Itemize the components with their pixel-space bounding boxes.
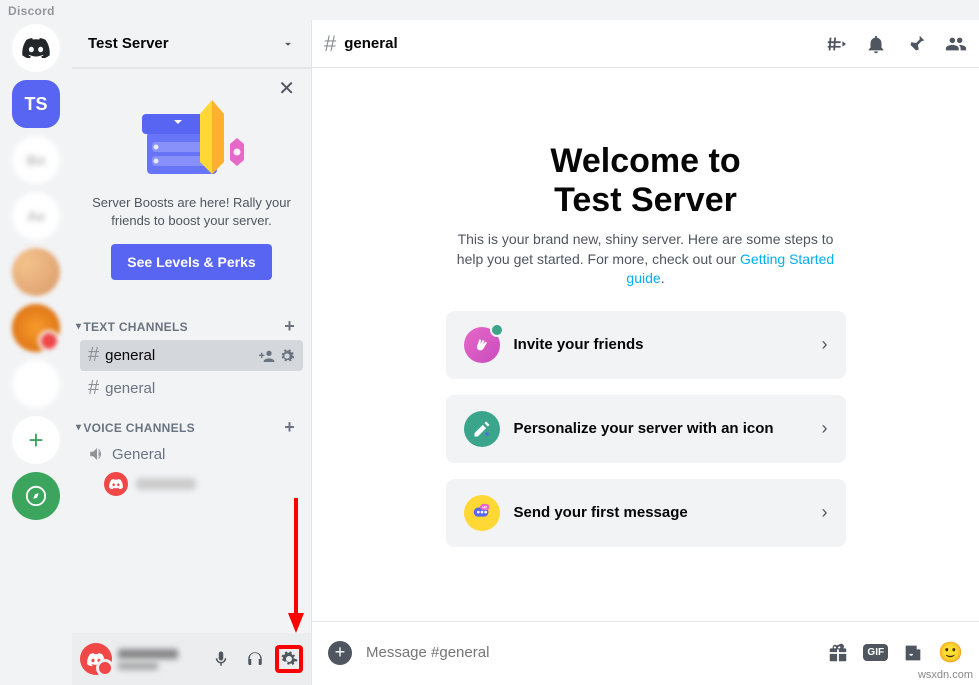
voice-user[interactable]: [72, 468, 311, 500]
voice-channel-general[interactable]: General: [80, 441, 303, 467]
first-message-card[interactable]: Hi! Send your first message ›: [446, 479, 846, 547]
mute-button[interactable]: [207, 645, 235, 673]
discord-logo-icon: [22, 38, 50, 58]
attach-button[interactable]: +: [328, 641, 352, 665]
invite-friends-card[interactable]: Invite your friends ›: [446, 311, 846, 379]
hash-icon: #: [324, 31, 336, 57]
pencil-icon: [464, 411, 500, 447]
channel-name: general: [105, 347, 253, 364]
sticker-icon[interactable]: [902, 642, 924, 664]
user-panel: [72, 633, 311, 685]
category-header-voice[interactable]: ▾ VOICE CHANNELS +: [72, 405, 311, 440]
message-bar: + GIF 🙂: [312, 621, 979, 685]
chevron-down-icon: ▾: [76, 321, 81, 332]
explore-button[interactable]: [12, 472, 60, 520]
user-info: [118, 649, 201, 670]
server-name: Test Server: [88, 35, 169, 52]
speaker-icon: [88, 445, 106, 463]
action-label: Send your first message: [514, 504, 808, 521]
boost-levels-button[interactable]: See Levels & Perks: [111, 244, 271, 280]
avatar[interactable]: [80, 643, 112, 675]
chat-content: # general Welcome to Test Server This is…: [312, 20, 979, 685]
gif-button[interactable]: GIF: [863, 644, 888, 661]
server-pill-selected[interactable]: TS: [12, 80, 60, 128]
category-label: TEXT CHANNELS: [83, 320, 188, 334]
home-button[interactable]: [12, 24, 60, 72]
chevron-down-icon: [281, 37, 295, 51]
voice-user-name: [136, 478, 196, 490]
channel-title: general: [344, 35, 817, 52]
welcome-title: Welcome to Test Server: [550, 142, 740, 220]
server-pill[interactable]: [12, 248, 60, 296]
category-label: VOICE CHANNELS: [83, 421, 195, 435]
chevron-right-icon: ›: [822, 418, 828, 439]
server-header[interactable]: Test Server: [72, 20, 311, 68]
server-pill[interactable]: Ae: [12, 192, 60, 240]
pin-icon[interactable]: [905, 33, 927, 55]
channel-sidebar: Test Server ✕: [72, 20, 312, 685]
add-channel-button[interactable]: +: [284, 417, 303, 438]
members-icon[interactable]: [945, 33, 967, 55]
invite-icon[interactable]: [259, 348, 275, 364]
message-input[interactable]: [366, 644, 813, 661]
channel-name: General: [112, 446, 295, 463]
server-pill[interactable]: [12, 360, 60, 408]
chevron-right-icon: ›: [822, 502, 828, 523]
boost-text: Server Boosts are here! Rally your frien…: [88, 194, 295, 230]
watermark: wsxdn.com: [918, 669, 973, 681]
chevron-right-icon: ›: [822, 334, 828, 355]
server-pill[interactable]: [12, 304, 60, 352]
gear-icon[interactable]: [279, 348, 295, 364]
hash-icon: #: [88, 377, 99, 400]
avatar: [104, 472, 128, 496]
boost-illustration: [88, 92, 295, 182]
channel-general[interactable]: # general: [80, 373, 303, 404]
emoji-icon[interactable]: 🙂: [938, 640, 963, 665]
deafen-button[interactable]: [241, 645, 269, 673]
welcome-subtitle: This is your brand new, shiny server. He…: [446, 230, 846, 289]
category-header-text[interactable]: ▾ TEXT CHANNELS +: [72, 304, 311, 339]
server-list: TS Bo Ae +: [0, 20, 72, 685]
hash-icon: #: [88, 344, 99, 367]
personalize-card[interactable]: Personalize your server with an icon ›: [446, 395, 846, 463]
svg-text:Hi!: Hi!: [482, 505, 487, 509]
user-settings-button[interactable]: [275, 645, 303, 673]
chat-icon: Hi!: [464, 495, 500, 531]
window-titlebar: Discord: [0, 0, 979, 20]
gift-icon[interactable]: [827, 642, 849, 664]
wave-icon: [464, 327, 500, 363]
add-channel-button[interactable]: +: [284, 316, 303, 337]
server-pill[interactable]: Bo: [12, 136, 60, 184]
gear-icon: [280, 650, 298, 668]
threads-icon[interactable]: [825, 33, 847, 55]
action-label: Invite your friends: [514, 336, 808, 353]
chevron-down-icon: ▾: [76, 422, 81, 433]
compass-icon: [25, 485, 47, 507]
bell-icon[interactable]: [865, 33, 887, 55]
channel-general-selected[interactable]: # general: [80, 340, 303, 371]
action-label: Personalize your server with an icon: [514, 420, 808, 437]
channel-header: # general: [312, 20, 979, 68]
add-server-button[interactable]: +: [12, 416, 60, 464]
boost-card: ✕ Server: [80, 76, 303, 296]
welcome-panel: Welcome to Test Server This is your bran…: [312, 68, 979, 621]
channel-name: general: [105, 380, 295, 397]
